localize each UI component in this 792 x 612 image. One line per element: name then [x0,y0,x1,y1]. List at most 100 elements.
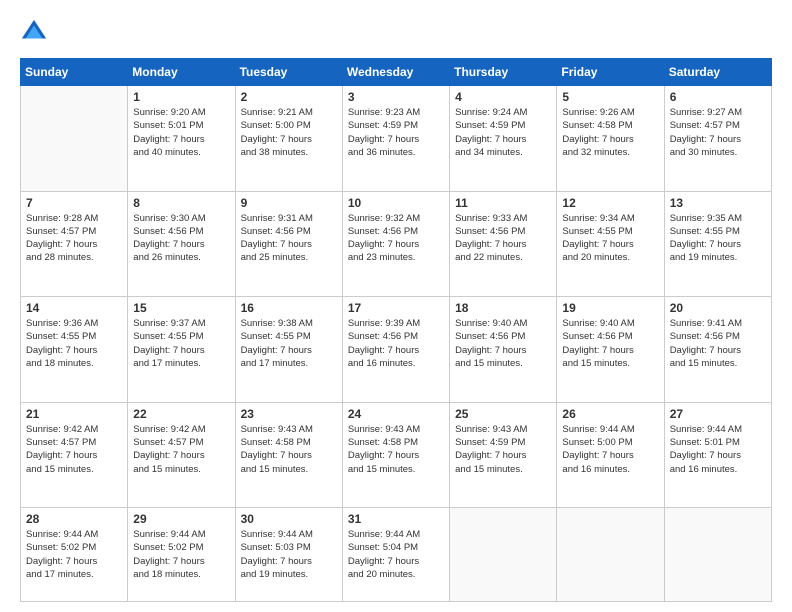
day-info: Sunrise: 9:23 AM Sunset: 4:59 PM Dayligh… [348,106,444,159]
weekday-header-friday: Friday [557,59,664,86]
day-number: 4 [455,90,551,104]
day-info: Sunrise: 9:34 AM Sunset: 4:55 PM Dayligh… [562,212,658,265]
day-number: 10 [348,196,444,210]
calendar-cell: 14 Sunrise: 9:36 AM Sunset: 4:55 PM Dayli… [21,297,128,403]
calendar-cell: 24 Sunrise: 9:43 AM Sunset: 4:58 PM Dayli… [342,402,449,508]
day-number: 29 [133,512,229,526]
calendar-cell: 20 Sunrise: 9:41 AM Sunset: 4:56 PM Dayli… [664,297,771,403]
weekday-header-sunday: Sunday [21,59,128,86]
calendar-cell: 25 Sunrise: 9:43 AM Sunset: 4:59 PM Dayli… [450,402,557,508]
calendar-cell: 11 Sunrise: 9:33 AM Sunset: 4:56 PM Dayli… [450,191,557,297]
calendar-cell: 10Sunrise: 9:32 AM Sunset: 4:56 PM Dayli… [342,191,449,297]
day-info: Sunrise: 9:44 AM Sunset: 5:04 PM Dayligh… [348,528,444,581]
calendar-cell: 12 Sunrise: 9:34 AM Sunset: 4:55 PM Dayli… [557,191,664,297]
day-number: 12 [562,196,658,210]
calendar-cell: 31 Sunrise: 9:44 AM Sunset: 5:04 PM Dayli… [342,508,449,602]
day-info: Sunrise: 9:30 AM Sunset: 4:56 PM Dayligh… [133,212,229,265]
calendar-cell: 16 Sunrise: 9:38 AM Sunset: 4:55 PM Dayli… [235,297,342,403]
day-info: Sunrise: 9:44 AM Sunset: 5:03 PM Dayligh… [241,528,337,581]
week-row-4: 21 Sunrise: 9:42 AM Sunset: 4:57 PM Dayli… [21,402,772,508]
day-number: 1 [133,90,229,104]
calendar-cell: 22 Sunrise: 9:42 AM Sunset: 4:57 PM Dayli… [128,402,235,508]
day-info: Sunrise: 9:36 AM Sunset: 4:55 PM Dayligh… [26,317,122,370]
day-info: Sunrise: 9:44 AM Sunset: 5:02 PM Dayligh… [133,528,229,581]
week-row-3: 14 Sunrise: 9:36 AM Sunset: 4:55 PM Dayli… [21,297,772,403]
day-info: Sunrise: 9:26 AM Sunset: 4:58 PM Dayligh… [562,106,658,159]
day-number: 28 [26,512,122,526]
day-number: 22 [133,407,229,421]
day-info: Sunrise: 9:43 AM Sunset: 4:58 PM Dayligh… [348,423,444,476]
calendar-cell: 29 Sunrise: 9:44 AM Sunset: 5:02 PM Dayli… [128,508,235,602]
calendar-cell: 19Sunrise: 9:40 AM Sunset: 4:56 PM Dayli… [557,297,664,403]
calendar-cell [557,508,664,602]
day-number: 13 [670,196,766,210]
calendar-cell: 21Sunrise: 9:42 AM Sunset: 4:57 PM Dayli… [21,402,128,508]
day-info: Sunrise: 9:40 AM Sunset: 4:56 PM Dayligh… [562,317,658,370]
day-number: 14 [26,301,122,315]
logo-icon [20,18,48,46]
day-info: Sunrise: 9:44 AM Sunset: 5:00 PM Dayligh… [562,423,658,476]
day-number: 11 [455,196,551,210]
day-info: Sunrise: 9:39 AM Sunset: 4:56 PM Dayligh… [348,317,444,370]
week-row-5: 28 Sunrise: 9:44 AM Sunset: 5:02 PM Dayli… [21,508,772,602]
weekday-header-tuesday: Tuesday [235,59,342,86]
day-number: 7 [26,196,122,210]
calendar-cell: 6 Sunrise: 9:27 AM Sunset: 4:57 PM Daylig… [664,86,771,192]
weekday-header-saturday: Saturday [664,59,771,86]
day-number: 16 [241,301,337,315]
day-info: Sunrise: 9:27 AM Sunset: 4:57 PM Dayligh… [670,106,766,159]
day-info: Sunrise: 9:43 AM Sunset: 4:59 PM Dayligh… [455,423,551,476]
week-row-1: 1 Sunrise: 9:20 AM Sunset: 5:01 PM Daylig… [21,86,772,192]
day-info: Sunrise: 9:35 AM Sunset: 4:55 PM Dayligh… [670,212,766,265]
calendar-cell: 2Sunrise: 9:21 AM Sunset: 5:00 PM Daylig… [235,86,342,192]
calendar-cell: 13 Sunrise: 9:35 AM Sunset: 4:55 PM Dayli… [664,191,771,297]
day-info: Sunrise: 9:20 AM Sunset: 5:01 PM Dayligh… [133,106,229,159]
day-number: 3 [348,90,444,104]
day-number: 24 [348,407,444,421]
day-info: Sunrise: 9:28 AM Sunset: 4:57 PM Dayligh… [26,212,122,265]
day-number: 5 [562,90,658,104]
day-number: 6 [670,90,766,104]
day-info: Sunrise: 9:44 AM Sunset: 5:01 PM Dayligh… [670,423,766,476]
weekday-header-wednesday: Wednesday [342,59,449,86]
calendar-table: SundayMondayTuesdayWednesdayThursdayFrid… [20,58,772,602]
day-number: 31 [348,512,444,526]
calendar-cell: 4Sunrise: 9:24 AM Sunset: 4:59 PM Daylig… [450,86,557,192]
day-number: 8 [133,196,229,210]
calendar-cell: 17 Sunrise: 9:39 AM Sunset: 4:56 PM Dayli… [342,297,449,403]
page: SundayMondayTuesdayWednesdayThursdayFrid… [0,0,792,612]
calendar-cell [21,86,128,192]
day-number: 30 [241,512,337,526]
weekday-header-thursday: Thursday [450,59,557,86]
day-number: 23 [241,407,337,421]
day-info: Sunrise: 9:44 AM Sunset: 5:02 PM Dayligh… [26,528,122,581]
day-number: 15 [133,301,229,315]
calendar-cell: 18Sunrise: 9:40 AM Sunset: 4:56 PM Dayli… [450,297,557,403]
day-info: Sunrise: 9:41 AM Sunset: 4:56 PM Dayligh… [670,317,766,370]
day-number: 21 [26,407,122,421]
weekday-header-row: SundayMondayTuesdayWednesdayThursdayFrid… [21,59,772,86]
calendar-cell: 30 Sunrise: 9:44 AM Sunset: 5:03 PM Dayli… [235,508,342,602]
day-number: 20 [670,301,766,315]
day-number: 27 [670,407,766,421]
calendar-cell: 27 Sunrise: 9:44 AM Sunset: 5:01 PM Dayli… [664,402,771,508]
calendar-cell: 26 Sunrise: 9:44 AM Sunset: 5:00 PM Dayli… [557,402,664,508]
calendar-cell: 15 Sunrise: 9:37 AM Sunset: 4:55 PM Dayli… [128,297,235,403]
day-info: Sunrise: 9:37 AM Sunset: 4:55 PM Dayligh… [133,317,229,370]
day-number: 26 [562,407,658,421]
calendar-cell: 9 Sunrise: 9:31 AM Sunset: 4:56 PM Daylig… [235,191,342,297]
day-info: Sunrise: 9:43 AM Sunset: 4:58 PM Dayligh… [241,423,337,476]
day-info: Sunrise: 9:40 AM Sunset: 4:56 PM Dayligh… [455,317,551,370]
day-info: Sunrise: 9:31 AM Sunset: 4:56 PM Dayligh… [241,212,337,265]
header [20,18,772,46]
day-number: 25 [455,407,551,421]
day-number: 17 [348,301,444,315]
calendar-cell [664,508,771,602]
weekday-header-monday: Monday [128,59,235,86]
calendar-cell: 3 Sunrise: 9:23 AM Sunset: 4:59 PM Daylig… [342,86,449,192]
calendar-cell: 7 Sunrise: 9:28 AM Sunset: 4:57 PM Daylig… [21,191,128,297]
day-number: 9 [241,196,337,210]
day-info: Sunrise: 9:33 AM Sunset: 4:56 PM Dayligh… [455,212,551,265]
day-info: Sunrise: 9:42 AM Sunset: 4:57 PM Dayligh… [133,423,229,476]
day-info: Sunrise: 9:38 AM Sunset: 4:55 PM Dayligh… [241,317,337,370]
